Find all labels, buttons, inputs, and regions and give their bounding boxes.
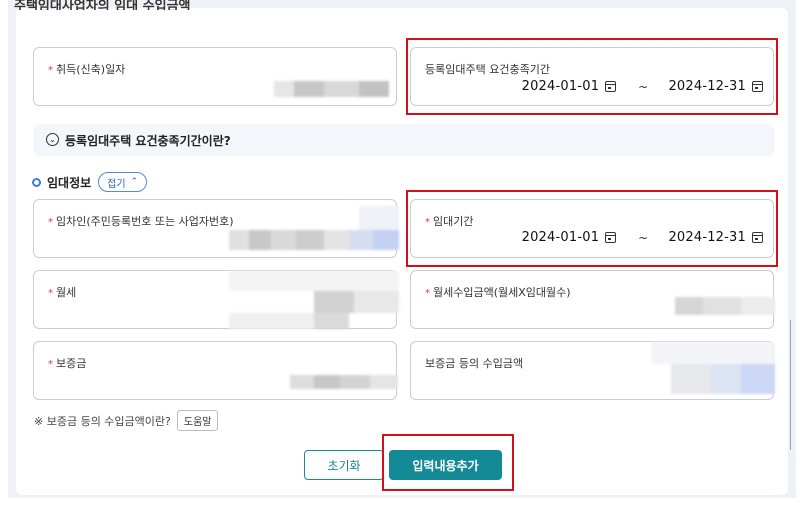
collapse-button[interactable]: 접기 ⌃ [98, 172, 148, 192]
redacted-value [290, 375, 398, 389]
rental-info-title: 임대정보 [47, 175, 92, 190]
redacted-value [229, 271, 399, 329]
monthly-rent-label: * 월세 [48, 286, 77, 299]
rental-info-section-title: 임대정보 접기 ⌃ [32, 172, 148, 192]
monthly-rent-field[interactable]: * 월세 [33, 270, 399, 329]
deposit-field[interactable]: * 보증금 [33, 341, 398, 400]
chevron-down-circle-icon: ⌄ [46, 133, 59, 146]
requirement-period-faq[interactable]: ⌄ 등록임대주택 요건충족기간이란? [34, 124, 774, 156]
scrollbar-track[interactable] [790, 320, 791, 450]
chevron-up-icon: ⌃ [130, 177, 139, 187]
monthly-income-field[interactable]: * 월세수입금액(월세X임대월수) [410, 270, 775, 329]
deposit-help-row: ※ 보증금 등의 수입금액이란? 도움말 [34, 410, 219, 431]
deposit-help-text: ※ 보증금 등의 수입금액이란? [34, 414, 171, 428]
required-mark: * [425, 288, 430, 299]
acquisition-date-label: * 취득(신축)일자 [48, 63, 126, 76]
section-header-cutoff: 주택임대사업자의 임대 수입금액 [14, 0, 191, 10]
required-mark: * [48, 288, 53, 299]
monthly-income-label: * 월세수입금액(월세X임대월수) [425, 286, 571, 299]
redacted-value [651, 297, 775, 321]
highlight-box [406, 38, 778, 115]
acquisition-date-field[interactable]: * 취득(신축)일자 [33, 47, 397, 106]
help-button[interactable]: 도움말 [176, 410, 219, 431]
lessee-id-label: * 임차인(주민등록번호 또는 사업자번호) [48, 215, 234, 228]
required-mark: * [48, 217, 53, 228]
redacted-value [274, 81, 389, 97]
collapse-label: 접기 [107, 178, 126, 190]
redacted-value [229, 206, 399, 258]
highlight-box [382, 434, 514, 491]
deposit-income-field[interactable]: 보증금 등의 수입금액 [410, 341, 775, 400]
deposit-label: * 보증금 [48, 357, 87, 370]
lessee-id-field[interactable]: * 임차인(주민등록번호 또는 사업자번호) [33, 199, 399, 258]
deposit-income-label: 보증금 등의 수입금액 [425, 357, 524, 370]
highlight-box [406, 190, 778, 267]
required-mark: * [48, 65, 53, 76]
section-dot-icon [32, 177, 41, 187]
required-mark: * [48, 359, 53, 370]
redacted-value [651, 342, 775, 398]
reset-button[interactable]: 초기화 [304, 450, 384, 480]
faq-text: 등록임대주택 요건충족기간이란? [65, 134, 231, 148]
